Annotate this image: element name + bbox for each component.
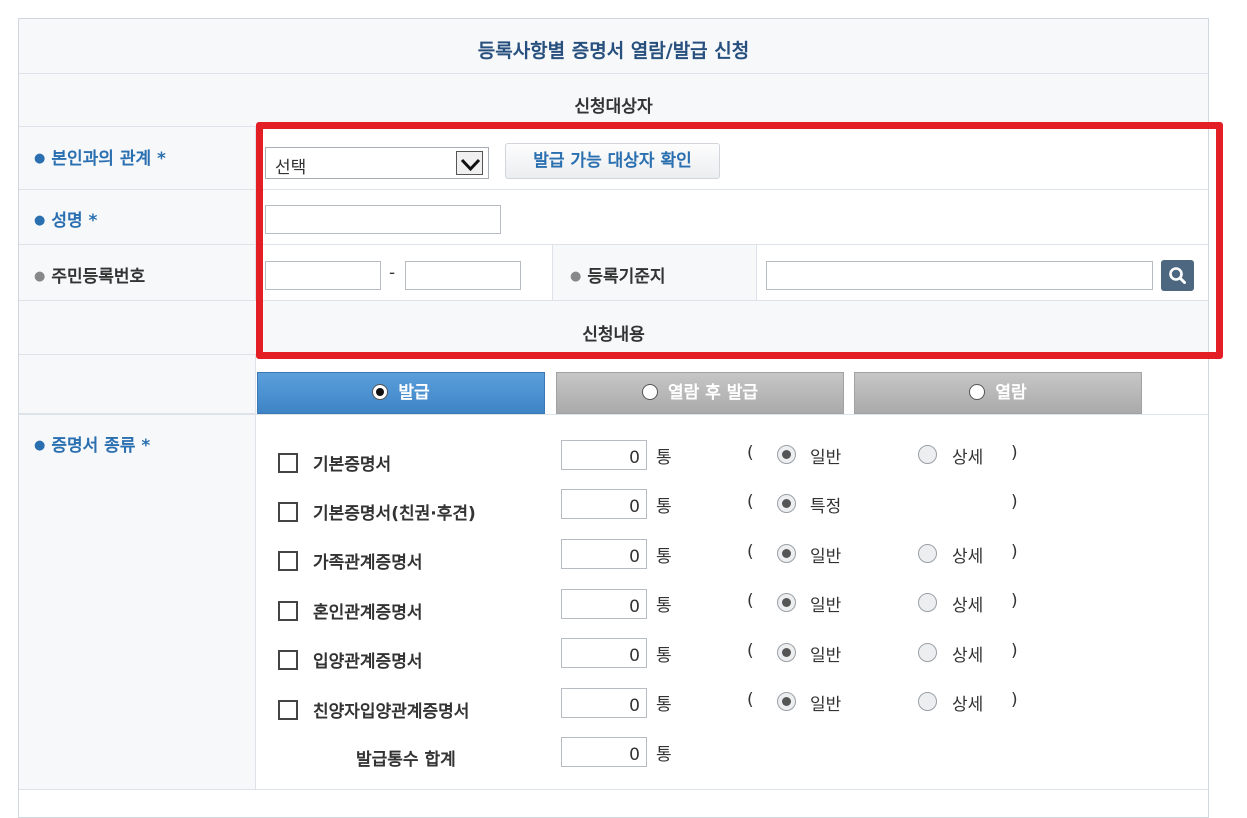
option-detail-label: 상세 — [952, 695, 984, 715]
unit-label: 통 — [656, 596, 672, 616]
unit-label: 통 — [656, 448, 672, 468]
certificate-name: 친양자입양관계증명서 — [313, 702, 470, 722]
radio-detail[interactable] — [918, 593, 937, 612]
unit-label: 통 — [656, 497, 672, 517]
section-content-title: 신청내용 — [582, 325, 645, 345]
bullet-icon: ● — [34, 151, 46, 166]
divider — [256, 189, 1208, 190]
certificate-qty-input[interactable]: 0 — [561, 539, 647, 569]
option-detail-label: 상세 — [952, 547, 984, 567]
tab-view-then-issue[interactable]: 열람 후 발급 — [556, 372, 844, 414]
paren-close: ) — [1011, 690, 1018, 710]
certificate-checkbox[interactable] — [278, 650, 298, 670]
cert-type-label: ● 증명서 종류 * — [34, 436, 151, 456]
paren-open: ( — [747, 492, 754, 512]
name-label: ● 성명 * — [34, 211, 98, 231]
radio-selected-icon — [372, 384, 389, 400]
paren-close: ) — [1011, 591, 1018, 611]
tabs-label-cell — [19, 355, 256, 414]
radio-detail[interactable] — [918, 692, 937, 711]
rrn-second-input[interactable] — [405, 261, 521, 290]
certificate-name: 입양관계증명서 — [313, 652, 423, 672]
certificate-qty-input[interactable]: 0 — [561, 688, 647, 718]
paren-close: ) — [1011, 641, 1018, 661]
option-detail-label: 상세 — [952, 448, 984, 468]
paren-open: ( — [747, 542, 754, 562]
certificate-qty-input[interactable]: 0 — [561, 589, 647, 619]
rrn-label: ● 주민등록번호 — [34, 267, 146, 287]
radio-detail[interactable] — [918, 445, 937, 464]
certificate-name: 기본증명서 — [313, 455, 392, 475]
option-general-label: 일반 — [810, 448, 842, 468]
certificate-checkbox[interactable] — [278, 551, 298, 571]
bullet-icon: ● — [34, 213, 46, 228]
page-title: 등록사항별 증명서 열람/발급 신청 — [477, 40, 750, 62]
radio-general[interactable] — [777, 643, 796, 662]
unit-label: 통 — [656, 745, 672, 765]
name-input[interactable] — [265, 205, 501, 234]
option-general-label: 일반 — [810, 646, 842, 666]
option-general-label: 일반 — [810, 695, 842, 715]
option-detail-label: 상세 — [952, 646, 984, 666]
certificate-checkbox[interactable] — [278, 700, 298, 720]
radio-icon — [641, 384, 658, 400]
bullet-icon: ● — [570, 269, 582, 284]
tab-issue[interactable]: 발급 — [257, 372, 545, 414]
paren-close: ) — [1011, 443, 1018, 463]
cert-type-label-cell — [19, 415, 256, 790]
relation-label: ● 본인과의 관계 * — [34, 149, 166, 169]
option-general-label: 일반 — [810, 596, 842, 616]
paren-close: ) — [1011, 492, 1018, 512]
registry-label: ● 등록기준지 — [570, 267, 666, 287]
search-button[interactable] — [1161, 260, 1194, 291]
total-label: 발급통수 합계 — [356, 750, 456, 770]
option-specific-label: 특정 — [810, 497, 842, 517]
option-general-label: 일반 — [810, 547, 842, 567]
radio-specific[interactable] — [777, 494, 796, 513]
certificate-name: 기본증명서(친권·후견) — [313, 504, 476, 524]
paren-open: ( — [747, 690, 754, 710]
registry-input[interactable] — [766, 261, 1153, 290]
radio-detail[interactable] — [918, 643, 937, 662]
paren-open: ( — [747, 591, 754, 611]
certificate-name: 가족관계증명서 — [313, 553, 423, 573]
paren-close: ) — [1011, 542, 1018, 562]
section-applicant-title: 신청대상자 — [574, 97, 653, 117]
radio-general[interactable] — [777, 544, 796, 563]
bullet-icon: ● — [34, 269, 46, 284]
unit-label: 통 — [656, 646, 672, 666]
bullet-icon: ● — [34, 438, 46, 453]
rrn-first-input[interactable] — [265, 261, 381, 290]
check-eligible-button[interactable]: 발급 가능 대상자 확인 — [505, 143, 720, 179]
unit-label: 통 — [656, 695, 672, 715]
option-detail-label: 상세 — [952, 596, 984, 616]
magnifier-icon — [1169, 267, 1186, 284]
certificate-qty-input[interactable]: 0 — [561, 440, 647, 470]
certificate-name: 혼인관계증명서 — [313, 603, 423, 623]
relation-select-value: 선택 — [275, 158, 307, 178]
relation-select[interactable]: 선택 — [265, 147, 489, 179]
radio-general[interactable] — [777, 692, 796, 711]
certificate-checkbox[interactable] — [278, 453, 298, 473]
radio-icon — [969, 384, 986, 400]
total-qty: 0 — [561, 737, 647, 767]
tab-view[interactable]: 열람 — [854, 372, 1142, 414]
certificate-qty-input[interactable]: 0 — [561, 638, 647, 668]
unit-label: 통 — [656, 547, 672, 567]
certificate-checkbox[interactable] — [278, 601, 298, 621]
chevron-down-icon[interactable] — [456, 151, 483, 175]
certificate-checkbox[interactable] — [278, 502, 298, 522]
certificate-qty-input[interactable]: 0 — [561, 489, 647, 519]
paren-open: ( — [747, 443, 754, 463]
divider — [19, 789, 1208, 790]
paren-open: ( — [747, 641, 754, 661]
radio-detail[interactable] — [918, 544, 937, 563]
rrn-separator: - — [389, 263, 396, 283]
radio-general[interactable] — [777, 445, 796, 464]
radio-general[interactable] — [777, 593, 796, 612]
